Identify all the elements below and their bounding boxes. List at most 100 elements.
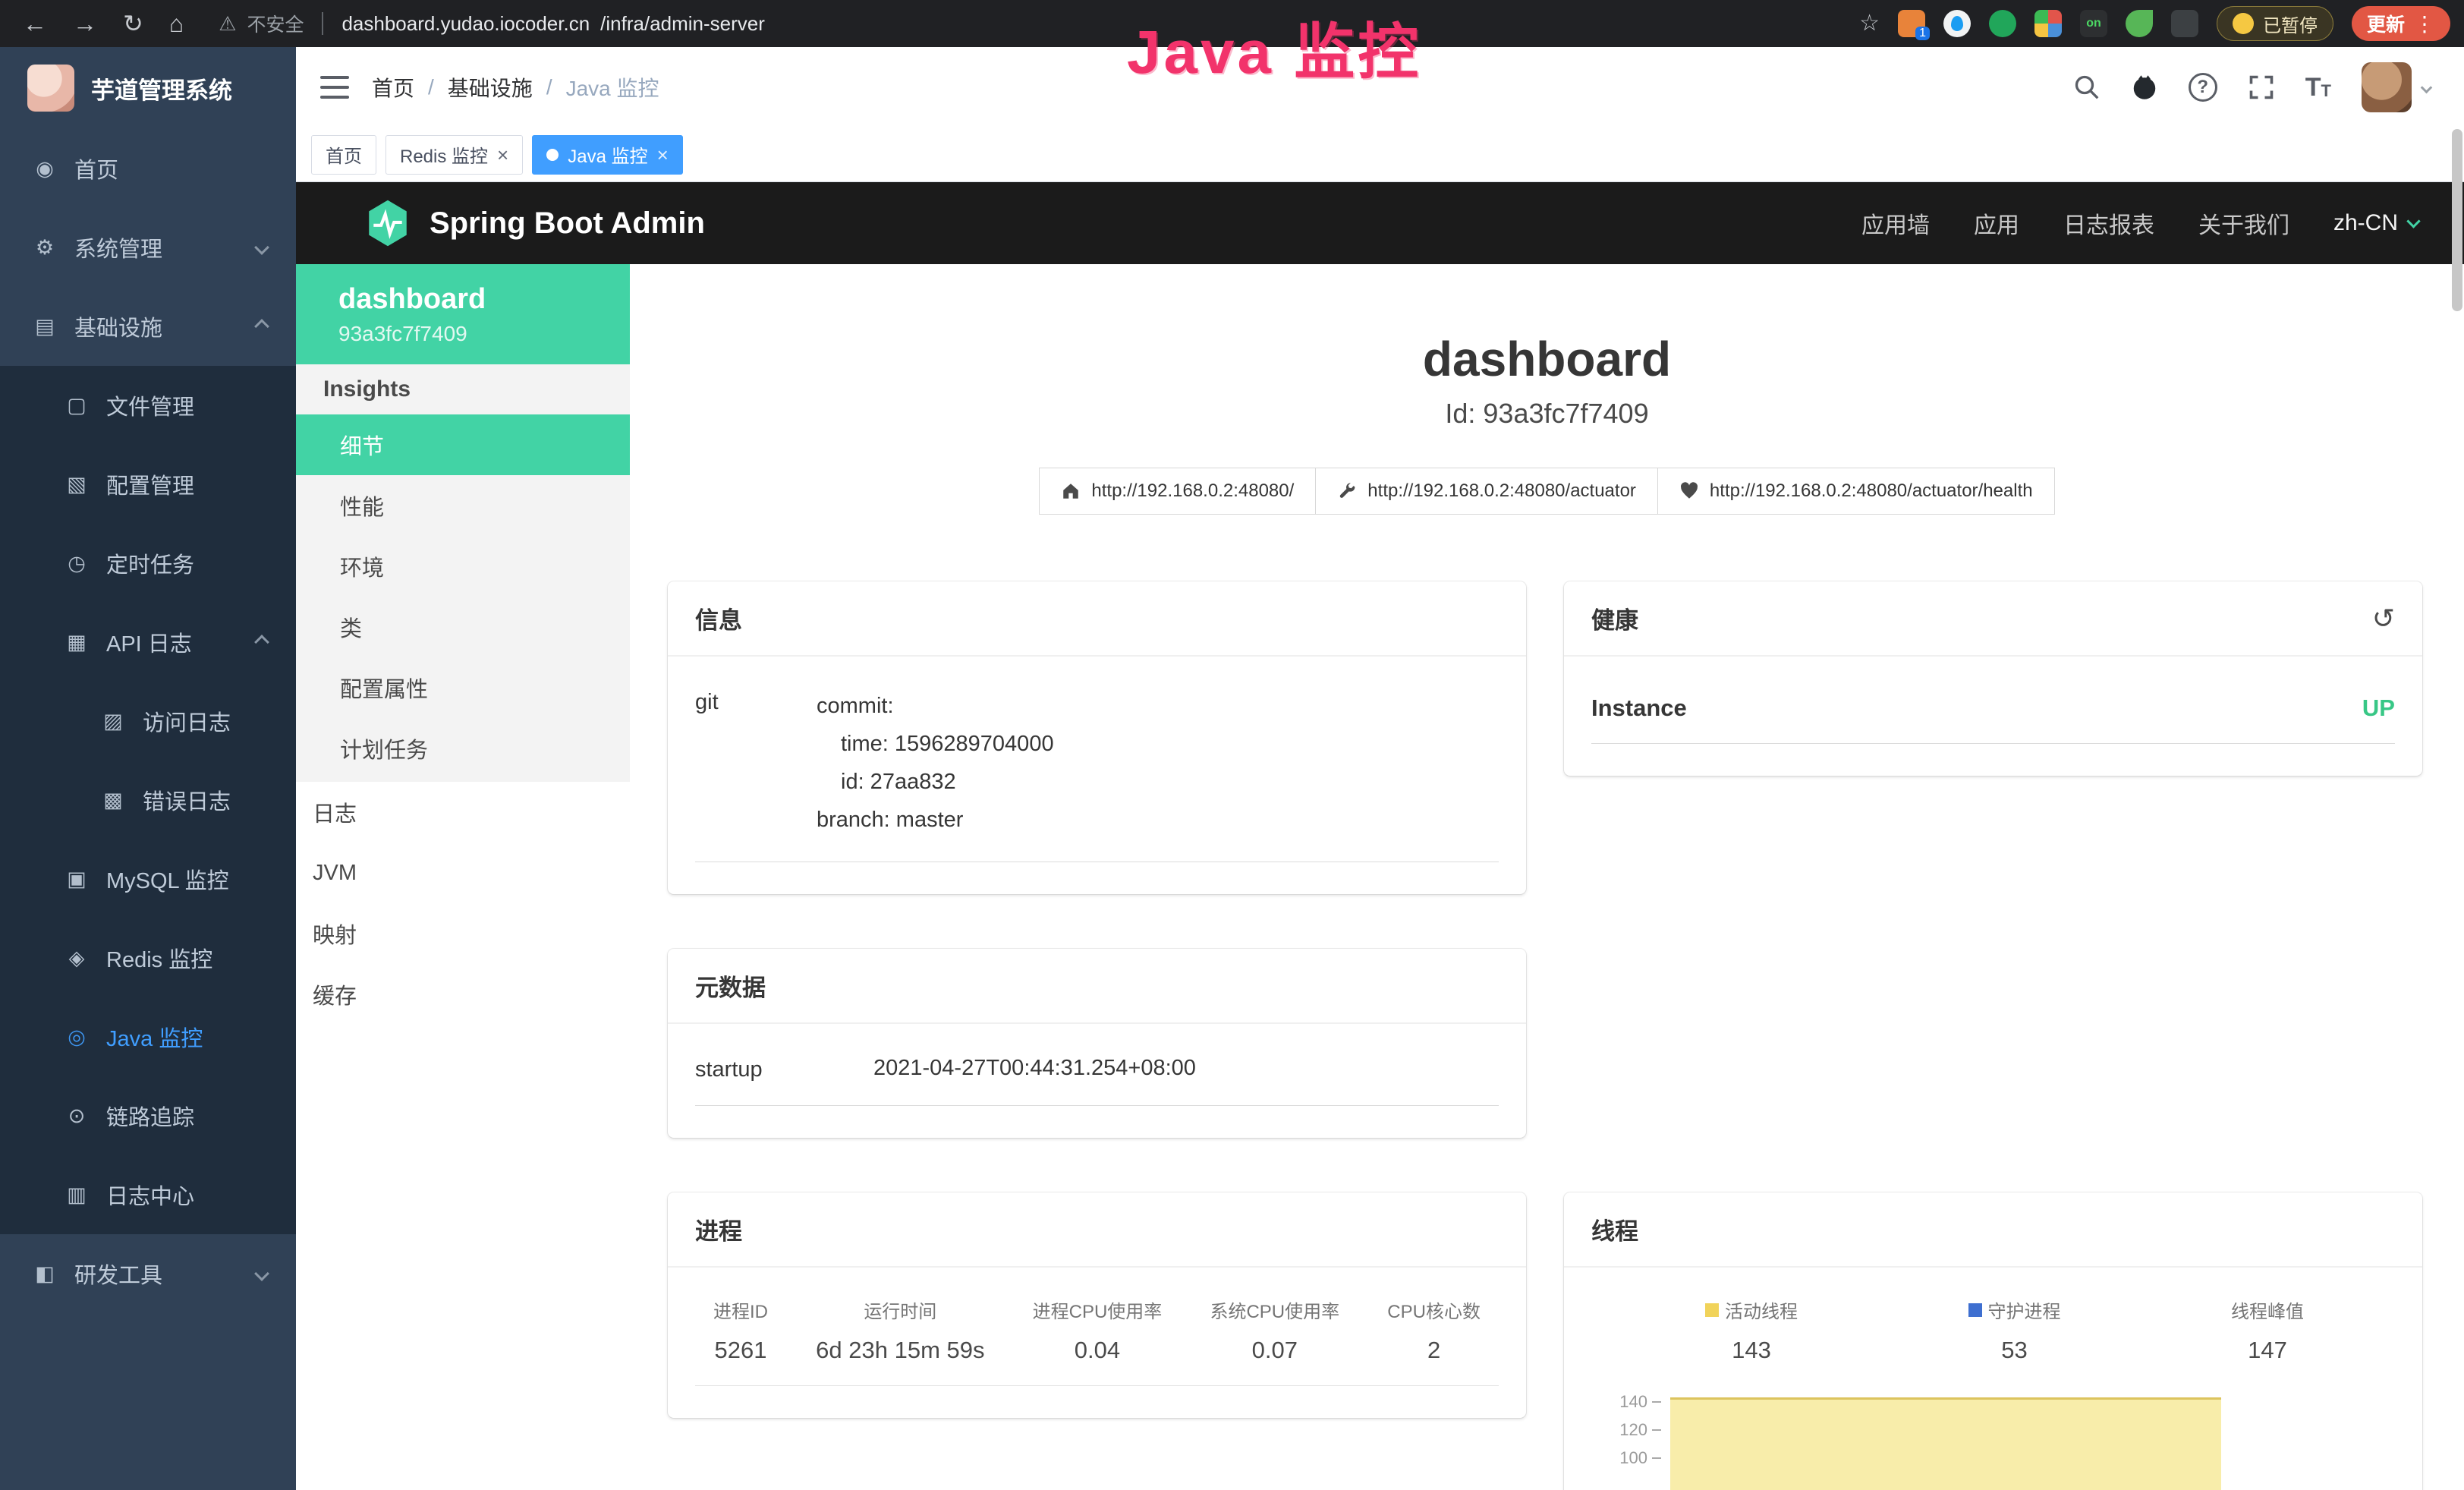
help-icon[interactable]	[2189, 73, 2217, 102]
forward-icon[interactable]: →	[73, 11, 97, 36]
sidebar-item-label: 基础设施	[74, 310, 162, 342]
sidebar-item-config-mgmt[interactable]: ▧ 配置管理	[0, 445, 296, 524]
tab-java-monitor[interactable]: Java 监控 ×	[532, 135, 683, 175]
fullscreen-icon[interactable]	[2248, 74, 2275, 101]
app-title: 芋道管理系统	[91, 71, 232, 106]
service-url-link[interactable]: http://192.168.0.2:48080/	[1039, 468, 1316, 515]
history-icon[interactable]: ↺	[2372, 605, 2395, 632]
extension-icon-3[interactable]	[1989, 10, 2016, 37]
health-url-link[interactable]: http://192.168.0.2:48080/actuator/health	[1657, 468, 2055, 515]
sidebar-item-scheduled-jobs[interactable]: ◷ 定时任务	[0, 524, 296, 603]
font-size-icon[interactable]	[2305, 74, 2331, 100]
sidebar-item-system-mgmt[interactable]: ⚙ 系统管理	[0, 208, 296, 287]
breadcrumb-infrastructure[interactable]: 基础设施	[448, 72, 533, 102]
sidebar-item-home[interactable]: ◉ 首页	[0, 129, 296, 208]
sidebar-item-access-logs[interactable]: ▨ 访问日志	[0, 682, 296, 761]
extensions-puzzle-icon[interactable]	[2171, 10, 2198, 37]
sba-item-details[interactable]: 细节	[296, 414, 630, 475]
tab-redis-monitor[interactable]: Redis 监控 ×	[385, 135, 523, 175]
sidebar-item-infrastructure[interactable]: ▤ 基础设施	[0, 287, 296, 366]
sidebar-item-error-logs[interactable]: ▩ 错误日志	[0, 761, 296, 840]
scrollbar-thumb[interactable]	[2452, 129, 2462, 311]
metadata-term: startup	[695, 1054, 873, 1082]
close-icon[interactable]: ×	[657, 145, 669, 165]
search-icon[interactable]	[2073, 74, 2101, 101]
url-divider	[322, 12, 323, 35]
sidebar-item-api-logs[interactable]: ▦ API 日志	[0, 603, 296, 682]
sba-item-beans[interactable]: 类	[296, 597, 630, 657]
paused-label: 已暂停	[2263, 11, 2318, 37]
sba-brand[interactable]: Spring Boot Admin	[363, 198, 705, 248]
extension-icon-1[interactable]: 1	[1898, 10, 1925, 37]
extension-icon-4[interactable]	[2034, 10, 2062, 37]
tab-label: 首页	[326, 141, 362, 168]
sba-nav-applications[interactable]: 应用	[1974, 206, 2019, 240]
reload-icon[interactable]: ↻	[123, 11, 143, 36]
sba-nav-wallboard[interactable]: 应用墙	[1861, 206, 1930, 240]
url-path: /infra/admin-server	[600, 12, 765, 36]
sba-item-metrics[interactable]: 性能	[296, 475, 630, 536]
metric-label: CPU核心数	[1387, 1296, 1481, 1323]
instance-links: http://192.168.0.2:48080/ http://192.168…	[630, 468, 2464, 515]
mysql-icon: ▣	[64, 868, 90, 891]
sba-nav-log-report[interactable]: 日志报表	[2063, 206, 2154, 240]
tab-home[interactable]: 首页	[311, 135, 376, 175]
sba-item-loggers[interactable]: 日志	[296, 782, 630, 843]
github-icon[interactable]	[2131, 74, 2158, 101]
user-avatar[interactable]	[2362, 62, 2431, 112]
chrome-menu-icon[interactable]: ⋮	[2414, 11, 2435, 36]
extension-icon-5[interactable]: on	[2080, 10, 2107, 37]
tab-label: Java 监控	[568, 141, 647, 168]
topbar-actions	[2073, 62, 2464, 112]
browser-home-icon[interactable]: ⌂	[169, 11, 184, 36]
sidebar-item-label: 研发工具	[74, 1258, 162, 1290]
breadcrumb-home[interactable]: 首页	[372, 72, 414, 102]
avatar-image	[2362, 62, 2412, 112]
breadcrumb-separator: /	[428, 75, 434, 99]
sba-item-config-props[interactable]: 配置属性	[296, 657, 630, 718]
sidebar-item-mysql-monitor[interactable]: ▣ MySQL 监控	[0, 840, 296, 918]
actuator-url-link[interactable]: http://192.168.0.2:48080/actuator	[1315, 468, 1658, 515]
address-bar[interactable]: ⚠ 不安全 dashboard.yudao.iocoder.cn/infra/a…	[219, 10, 1859, 37]
bookmark-star-icon[interactable]: ☆	[1859, 12, 1880, 35]
process-card: 进程 进程ID 5261 运行时间 6d 23h 15m 59s 进程C	[668, 1192, 1526, 1418]
breadcrumb-current: Java 监控	[566, 72, 659, 102]
legend-live-threads: 活动线程 143	[1705, 1296, 1798, 1364]
legend-daemon-threads: 守护进程 53	[1968, 1296, 2061, 1364]
sba-item-caches[interactable]: 缓存	[296, 964, 630, 1025]
extension-icon-6[interactable]	[2126, 10, 2153, 37]
close-icon[interactable]: ×	[497, 145, 508, 165]
threads-card-header: 线程	[1564, 1192, 2422, 1268]
sidebar-item-dev-tools[interactable]: ◧ 研发工具	[0, 1234, 296, 1313]
info-card-body: git commit: time: 1596289704000 id: 27aa…	[668, 657, 1526, 894]
sba-item-environment[interactable]: 环境	[296, 536, 630, 597]
profile-paused-badge[interactable]: 已暂停	[2217, 6, 2333, 41]
extension-icon-2[interactable]	[1943, 10, 1971, 37]
sba-group-insights: Insights 细节 性能 环境 类 配置属性 计划任务	[296, 364, 630, 782]
sba-locale-select[interactable]: zh-CN	[2333, 210, 2418, 236]
sidebar-item-java-monitor[interactable]: ◎ Java 监控	[0, 997, 296, 1076]
sidebar-item-redis-monitor[interactable]: ◈ Redis 监控	[0, 918, 296, 997]
sba-group-title: Insights	[296, 364, 630, 414]
legend-text: 守护进程	[1988, 1296, 2061, 1323]
metadata-card-header: 元数据	[668, 949, 1526, 1024]
sba-item-scheduled-tasks[interactable]: 计划任务	[296, 718, 630, 779]
process-card-header: 进程	[668, 1192, 1526, 1268]
app-logo-row: 芋道管理系统	[0, 47, 296, 129]
back-icon[interactable]: ←	[23, 11, 47, 36]
sba-item-mappings[interactable]: 映射	[296, 903, 630, 964]
chevron-down-icon	[2406, 214, 2420, 228]
sidebar-item-file-mgmt[interactable]: ▢ 文件管理	[0, 366, 296, 445]
chrome-update-button[interactable]: 更新 ⋮	[2352, 6, 2450, 41]
sba-item-jvm[interactable]: JVM	[296, 843, 630, 903]
legend-text: 活动线程	[1725, 1296, 1798, 1323]
metric-label: 运行时间	[816, 1296, 984, 1323]
info-card: 信息 git commit: time: 1596289704000 id: 2…	[668, 581, 1526, 894]
sba-nav-about[interactable]: 关于我们	[2198, 206, 2289, 240]
chevron-down-icon	[254, 1266, 269, 1281]
sidebar-item-log-center[interactable]: ▥ 日志中心	[0, 1155, 296, 1234]
hamburger-icon[interactable]	[320, 76, 349, 99]
sba-instance-header[interactable]: dashboard 93a3fc7f7409	[296, 264, 630, 364]
sidebar-item-tracing[interactable]: ⊙ 链路追踪	[0, 1076, 296, 1155]
chevron-up-icon	[254, 635, 269, 650]
